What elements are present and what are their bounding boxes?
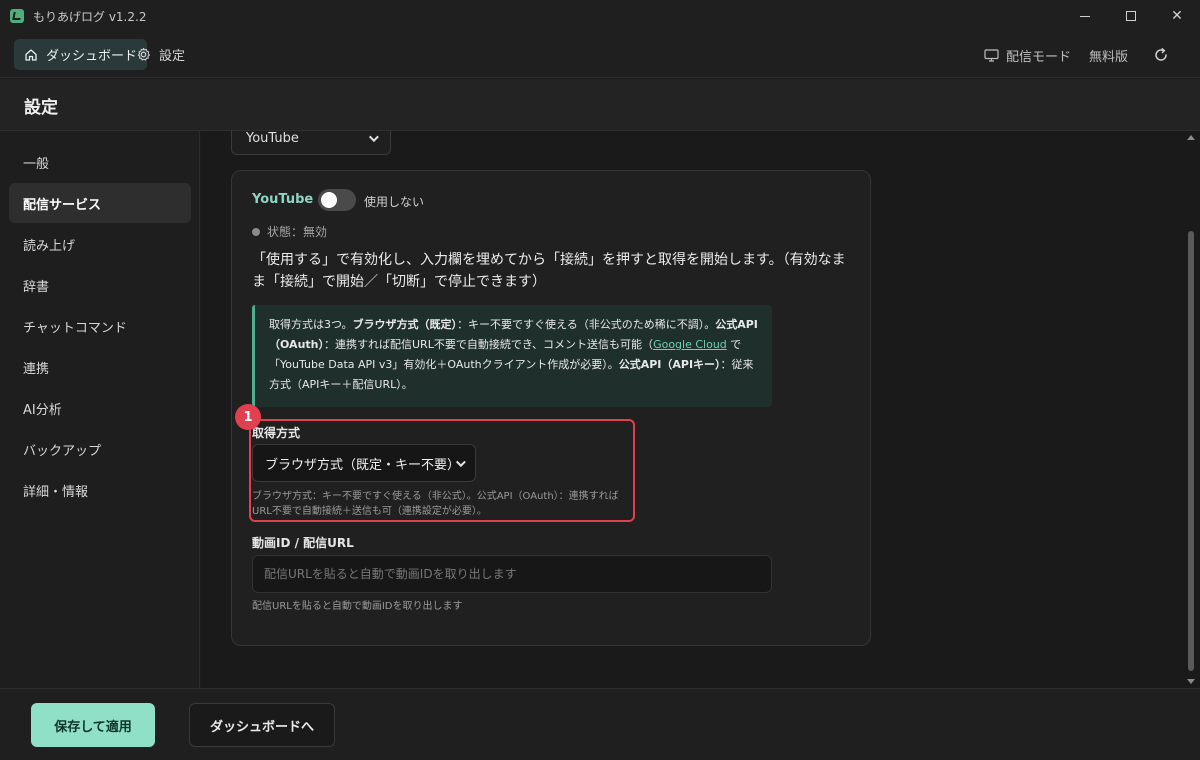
stream-mode-label: 配信モード [1006, 49, 1072, 65]
status-dot-icon [252, 227, 260, 236]
minimize-button[interactable] [1062, 0, 1108, 32]
youtube-settings-card: YouTube 使用しない 状態：無効 「使用する」で有効化し、入力欄を埋めてか… [231, 170, 871, 646]
service-select-value: YouTube [246, 131, 299, 146]
window-title: もりあげログ v1.2.2 [33, 9, 147, 24]
video-id-input[interactable] [252, 555, 772, 593]
app-logo-icon [10, 9, 24, 23]
scroll-down-icon[interactable] [1187, 679, 1195, 684]
connection-status: 状態：無効 [252, 223, 327, 240]
maximize-button[interactable] [1108, 0, 1154, 32]
use-service-toggle[interactable] [318, 189, 356, 211]
service-name: YouTube [252, 192, 314, 207]
scrollbar-thumb[interactable] [1188, 231, 1194, 671]
info-text: 取得方式は3つ。 [269, 318, 353, 331]
info-text: ：キー不要ですぐ使える（非公式のため稀に不調）。 [457, 318, 716, 331]
sidebar-item-backup[interactable]: バックアップ [9, 429, 191, 469]
scroll-up-icon[interactable] [1187, 135, 1195, 140]
maximize-icon [1126, 11, 1136, 21]
chevron-down-icon [368, 131, 379, 142]
sidebar-item-read-aloud[interactable]: 読み上げ [9, 224, 191, 264]
sidebar-item-streaming-service[interactable]: 配信サービス [9, 183, 191, 223]
usage-description: 「使用する」で有効化し、入力欄を埋めてから「接続」を押すと取得を開始します。（有… [252, 252, 846, 290]
sidebar-item-chat-commands[interactable]: チャットコマンド [9, 306, 191, 346]
google-cloud-link[interactable]: Google Cloud [653, 338, 727, 351]
page-title: 設定 [24, 98, 58, 118]
sidebar-item-general[interactable]: 一般 [9, 142, 191, 182]
sidebar-item-dictionary[interactable]: 辞書 [9, 265, 191, 305]
method-select[interactable]: ブラウザ方式（既定・キー不要） [252, 444, 476, 482]
nav-tab-settings[interactable]: 設定 [126, 39, 195, 70]
service-select[interactable]: YouTube [231, 131, 391, 155]
save-apply-button[interactable]: 保存して適用 [31, 703, 155, 747]
sidebar-item-integrations[interactable]: 連携 [9, 347, 191, 387]
monitor-icon [984, 48, 999, 62]
title-bar: もりあげログ v1.2.2 ✕ [0, 0, 1200, 32]
video-id-hint: 配信URLを貼ると自動で動画IDを取り出します [252, 601, 463, 612]
stream-mode-button[interactable]: 配信モード [984, 32, 1071, 78]
gear-icon [137, 47, 150, 61]
status-text: 状態：無効 [267, 225, 328, 239]
close-button[interactable]: ✕ [1154, 0, 1200, 32]
refresh-icon [1155, 48, 1167, 61]
content-scrollbar[interactable] [1186, 131, 1196, 688]
settings-content[interactable]: YouTube YouTube 使用しない 状態：無効 「使用する」で有効化し、… [201, 131, 1200, 688]
info-bold-apikey: 公式API（APIキー） [618, 358, 721, 371]
method-info-box: 取得方式は3つ。ブラウザ方式（既定）：キー不要ですぐ使える（非公式のため稀に不調… [252, 305, 772, 407]
home-icon [25, 48, 37, 61]
sidebar-item-ai-analysis[interactable]: AI分析 [9, 388, 191, 428]
plan-label: 無料版 [1089, 49, 1129, 65]
info-bold-browser: ブラウザ方式（既定） [352, 318, 458, 331]
minimize-icon [1080, 15, 1090, 17]
toggle-knob [321, 192, 337, 208]
sidebar-item-details-info[interactable]: 詳細・情報 [9, 470, 191, 510]
nav-tab-settings-label: 設定 [159, 49, 186, 64]
refresh-button[interactable] [1153, 32, 1169, 78]
settings-sidebar: 一般 配信サービス 読み上げ 辞書 チャットコマンド 連携 AI分析 バックアッ… [0, 131, 200, 688]
window-controls: ✕ [1062, 0, 1200, 32]
footer-bar: 保存して適用 ダッシュボードへ [0, 688, 1200, 760]
close-icon: ✕ [1171, 8, 1183, 24]
method-select-value: ブラウザ方式（既定・キー不要） [265, 457, 461, 473]
nav-tab-dashboard-label: ダッシュボード [46, 49, 138, 64]
annotation-badge: 1 [235, 404, 261, 430]
info-text: ：連携すれば配信URL不要で自動接続でき、コメント送信も可能（ [324, 338, 654, 351]
top-navigation: ダッシュボード 設定 配信モード 無料版 [0, 32, 1200, 78]
page-header: 設定 [0, 79, 1200, 131]
use-service-toggle-label: 使用しない [364, 195, 425, 209]
video-id-label: 動画ID / 配信URL [252, 536, 354, 550]
to-dashboard-button[interactable]: ダッシュボードへ [189, 703, 335, 747]
method-hint: ブラウザ方式：キー不要ですぐ使える（非公式）。公式API（OAuth）：連携すれ… [252, 491, 619, 517]
method-label: 取得方式 [252, 426, 301, 440]
